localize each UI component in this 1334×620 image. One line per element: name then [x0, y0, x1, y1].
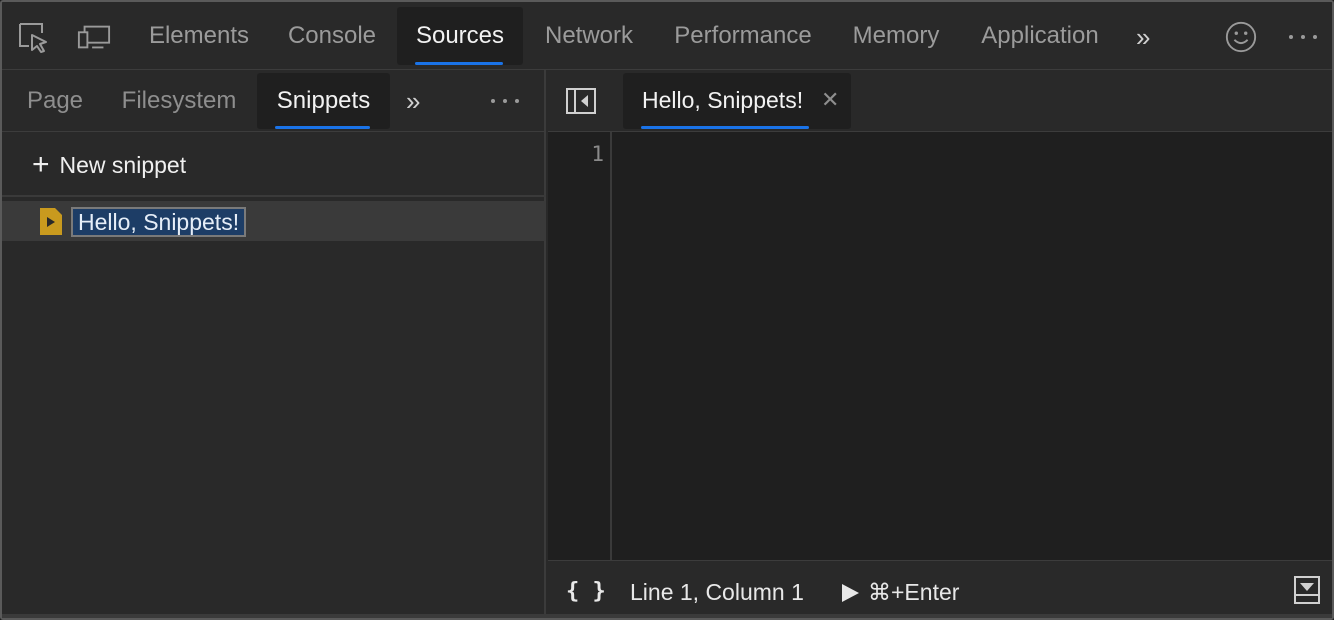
tab-application[interactable]: Application — [964, 7, 1116, 65]
toggle-navigator-icon[interactable] — [564, 84, 598, 118]
play-icon — [842, 583, 859, 602]
bottom-border — [2, 614, 1332, 618]
more-menu-icon[interactable] — [1286, 20, 1320, 54]
run-snippet-button[interactable]: ⌘+Enter — [840, 579, 959, 606]
file-tab-label: Hello, Snippets! — [642, 87, 804, 113]
tab-network[interactable]: Network — [528, 7, 650, 65]
tab-sources[interactable]: Sources — [397, 7, 523, 65]
cursor-position: Line 1, Column 1 — [630, 579, 804, 605]
editor-tab-bar: Hello, Snippets! ✕ — [548, 70, 1332, 132]
tab-filesystem[interactable]: Filesystem — [106, 73, 252, 129]
pretty-print-button[interactable]: { } — [566, 579, 606, 604]
new-snippet-label: New snippet — [59, 151, 187, 178]
tab-memory[interactable]: Memory — [834, 7, 958, 65]
close-tab-icon[interactable]: ✕ — [821, 87, 839, 113]
navigator-menu-icon[interactable] — [488, 84, 522, 118]
editor-pane: Hello, Snippets! ✕ 1 { } Line 1, Column … — [548, 70, 1332, 618]
line-gutter: 1 — [548, 132, 612, 560]
tab-elements[interactable]: Elements — [132, 7, 266, 65]
new-snippet-button[interactable]: + New snippet — [32, 150, 186, 180]
feedback-smiley-icon[interactable] — [1224, 20, 1258, 54]
code-editor[interactable] — [614, 132, 1332, 560]
run-shortcut-label: ⌘+Enter — [868, 579, 960, 605]
line-number: 1 — [591, 142, 604, 166]
editor-status-bar: { } Line 1, Column 1 ⌘+Enter — [548, 560, 1332, 618]
divider — [2, 195, 546, 197]
tab-performance[interactable]: Performance — [658, 7, 828, 65]
more-navigator-tabs-icon[interactable]: » — [406, 86, 420, 117]
tab-snippets[interactable]: Snippets — [257, 73, 390, 129]
devtools-window: Elements Console Sources Network Perform… — [0, 0, 1334, 620]
tab-page[interactable]: Page — [14, 73, 96, 129]
tab-console[interactable]: Console — [272, 7, 392, 65]
editor-file-tab[interactable]: Hello, Snippets! ✕ — [623, 73, 851, 129]
snippet-file-icon — [40, 208, 62, 235]
snippet-item[interactable]: Hello, Snippets! — [2, 201, 546, 241]
sources-navigator: Page Filesystem Snippets » + New snippet — [2, 70, 546, 618]
navigator-tabs: Page Filesystem Snippets » — [2, 70, 546, 132]
inspect-element-icon[interactable] — [16, 20, 50, 54]
plus-icon: + — [32, 148, 50, 181]
more-tabs-chevron-icon[interactable]: » — [1136, 22, 1150, 53]
device-toolbar-icon[interactable] — [77, 20, 111, 54]
main-toolbar: Elements Console Sources Network Perform… — [2, 2, 1332, 70]
snippet-rename-field[interactable]: Hello, Snippets! — [71, 207, 247, 237]
toggle-drawer-icon[interactable] — [1290, 573, 1324, 607]
